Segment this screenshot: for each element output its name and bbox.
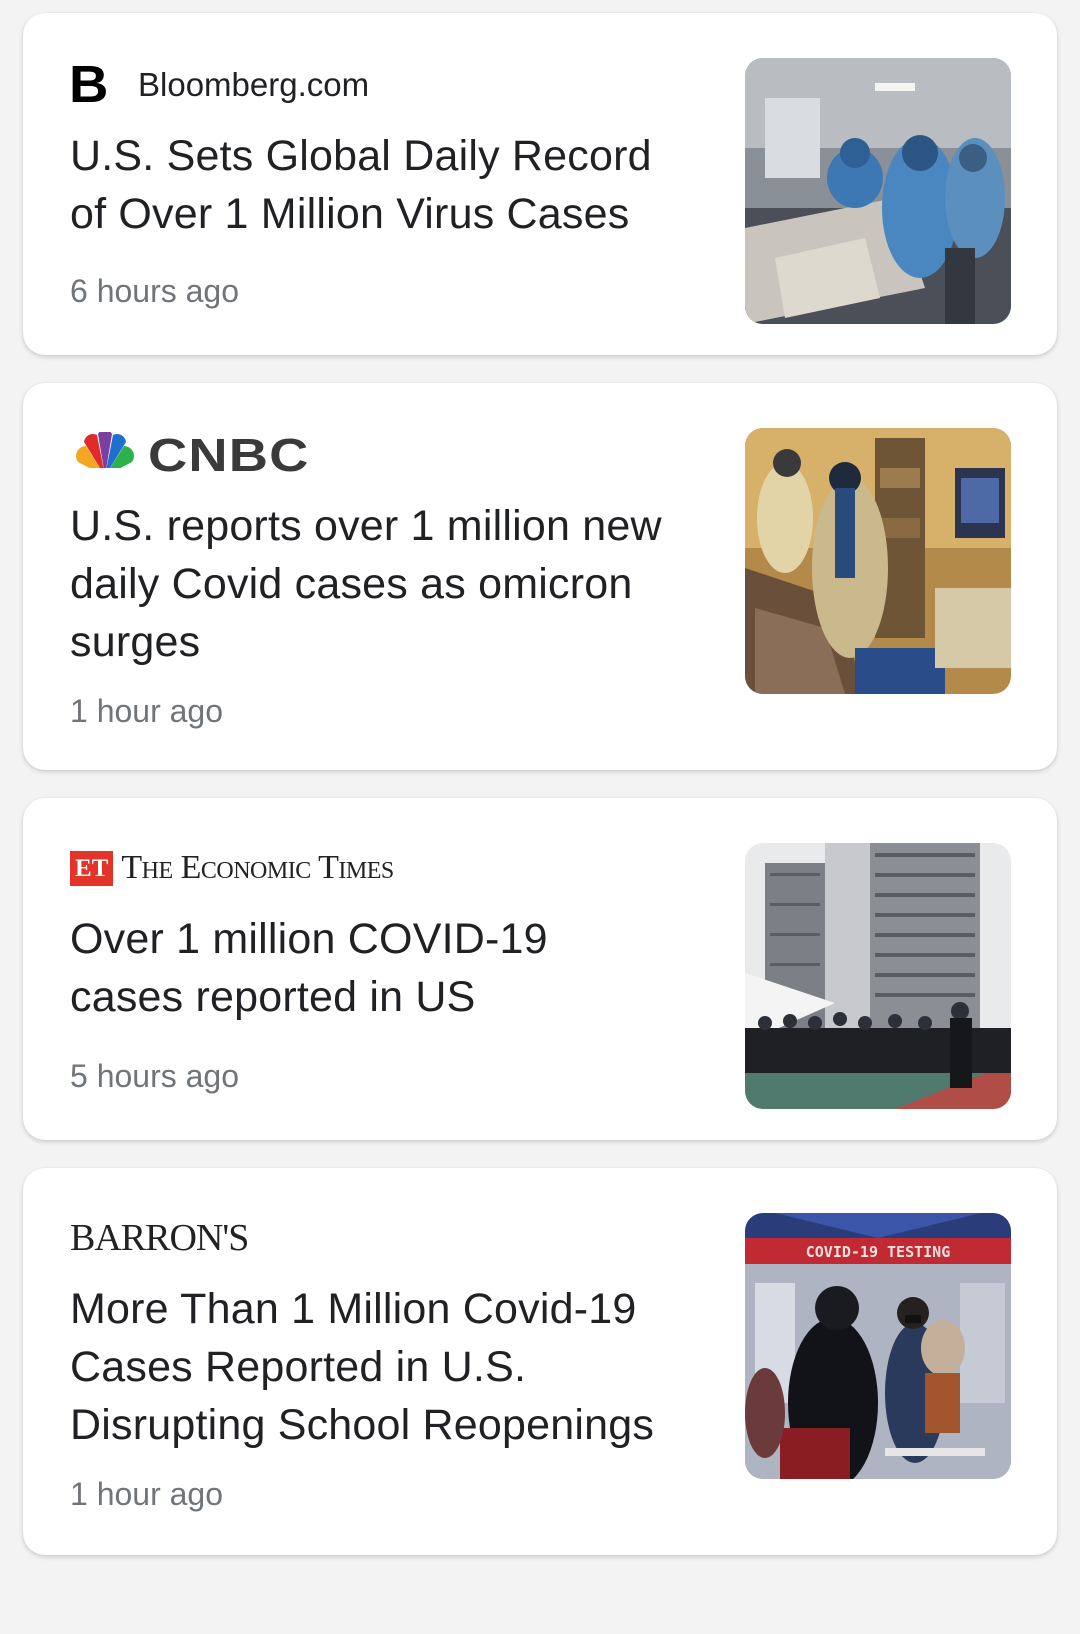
headline-line: Disrupting School Reopenings xyxy=(70,1401,655,1449)
card-text: BARRON'S More Than 1 Million Covid-19 Ca… xyxy=(70,1208,730,1513)
source-row: ET The Economic Times xyxy=(70,838,730,898)
headline-line: Cases Reported in U.S. xyxy=(70,1343,527,1391)
hospital-icu-photo xyxy=(745,58,1011,324)
headline-line: surges xyxy=(70,618,201,666)
headline-line: of Over 1 Million Virus Cases xyxy=(70,190,630,238)
news-card-economic-times[interactable]: ET The Economic Times Over 1 million COV… xyxy=(23,798,1057,1140)
thumbnail-image[interactable]: COVID-19 TESTING xyxy=(745,1213,1011,1479)
thumbnail-image[interactable] xyxy=(745,428,1011,694)
card-text: B Bloomberg.com U.S. Sets Global Daily R… xyxy=(68,55,730,310)
testing-line-photo xyxy=(745,843,1011,1109)
source-name: The Economic Times xyxy=(121,849,394,886)
card-text: CNBC U.S. reports over 1 million new dai… xyxy=(70,425,730,730)
headline[interactable]: U.S. Sets Global Daily Record of Over 1 … xyxy=(70,127,730,243)
headline[interactable]: Over 1 million COVID-19 cases reported i… xyxy=(70,910,730,1026)
headline-line: U.S. Sets Global Daily Record xyxy=(70,132,652,180)
news-card-cnbc[interactable]: CNBC U.S. reports over 1 million new dai… xyxy=(23,383,1057,770)
timestamp: 5 hours ago xyxy=(70,1058,240,1094)
bloomberg-logo-icon: B xyxy=(68,56,109,114)
source-name: Bloomberg.com xyxy=(138,66,370,103)
headline-line: daily Covid cases as omicron xyxy=(70,560,633,608)
cnbc-peacock-icon xyxy=(76,432,134,476)
source-name: CNBC xyxy=(148,429,310,481)
timestamp: 1 hour ago xyxy=(70,1476,224,1512)
headline[interactable]: More Than 1 Million Covid-19 Cases Repor… xyxy=(70,1280,730,1454)
timestamp: 1 hour ago xyxy=(70,693,224,729)
source-row: BARRON'S xyxy=(70,1208,730,1268)
source-name: BARRON'S xyxy=(70,1217,249,1259)
news-card-bloomberg[interactable]: B Bloomberg.com U.S. Sets Global Daily R… xyxy=(23,13,1057,355)
et-logo-icon: ET xyxy=(70,850,114,886)
card-text: ET The Economic Times Over 1 million COV… xyxy=(70,838,730,1095)
thumbnail-image[interactable] xyxy=(745,58,1011,324)
headline-line: Over 1 million COVID-19 xyxy=(70,915,548,963)
thumbnail-image[interactable] xyxy=(745,843,1011,1109)
timestamp: 6 hours ago xyxy=(70,273,240,309)
headline-line: More Than 1 Million Covid-19 xyxy=(70,1285,637,1333)
tent-sign-text: COVID-19 TESTING xyxy=(806,1243,951,1261)
source-row: CNBC xyxy=(70,425,730,485)
headline[interactable]: U.S. reports over 1 million new daily Co… xyxy=(70,497,730,671)
news-card-barrons[interactable]: BARRON'S More Than 1 Million Covid-19 Ca… xyxy=(23,1168,1057,1555)
source-row: B Bloomberg.com xyxy=(68,55,730,115)
headline-line: cases reported in US xyxy=(70,973,476,1021)
hospital-room-photo xyxy=(745,428,1011,694)
news-feed: B Bloomberg.com U.S. Sets Global Daily R… xyxy=(0,0,1080,1634)
covid-testing-tent-photo: COVID-19 TESTING xyxy=(745,1213,1011,1479)
headline-line: U.S. reports over 1 million new xyxy=(70,502,662,550)
